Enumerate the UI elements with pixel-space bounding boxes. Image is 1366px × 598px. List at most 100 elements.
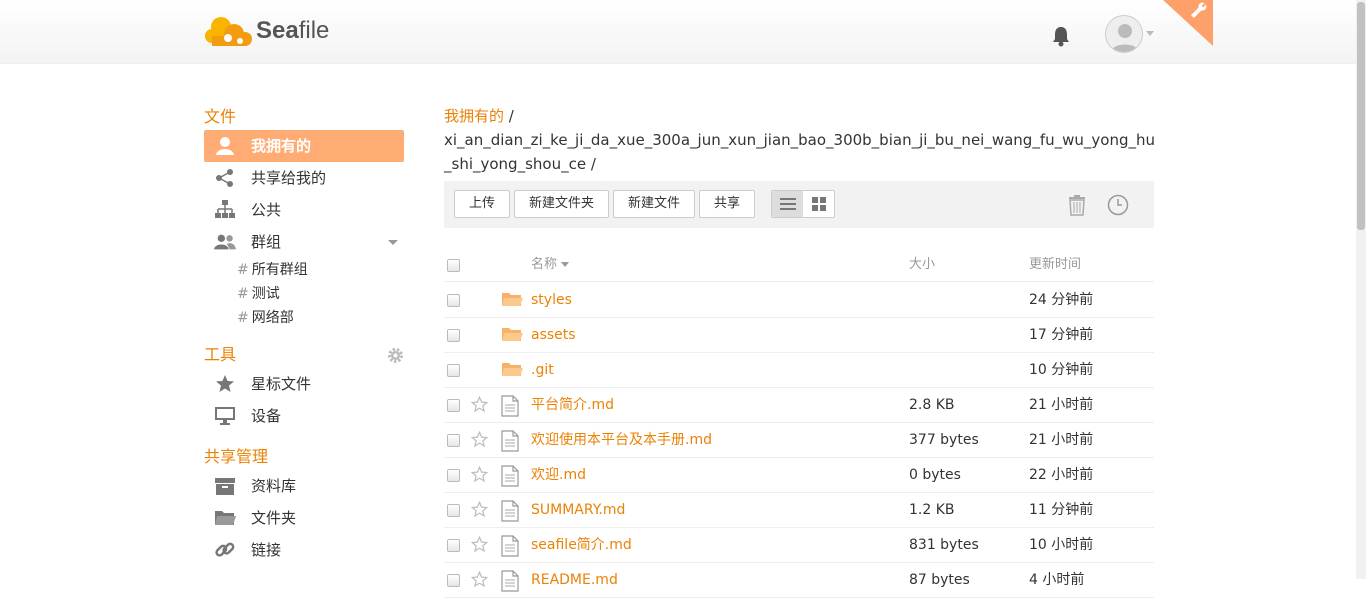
row-checkbox[interactable]	[447, 434, 460, 447]
file-name-link[interactable]: 欢迎使用本平台及本手册.md	[531, 423, 712, 457]
file-name-link[interactable]: assets	[531, 318, 576, 352]
files-heading: 文件	[204, 107, 237, 126]
sidebar-item-my-libraries[interactable]: 我拥有的	[204, 130, 404, 162]
file-name-link[interactable]: styles	[531, 283, 572, 317]
sidebar-item-starred[interactable]: 星标文件	[204, 368, 404, 400]
tools-heading: 工具	[204, 342, 404, 368]
file-name-link[interactable]: 欢迎.md	[531, 458, 586, 492]
sidebar-item-label: 资料库	[251, 477, 297, 495]
file-name-link[interactable]: README.md	[531, 563, 618, 597]
monitor-icon	[214, 405, 236, 427]
folder-icon	[501, 325, 523, 347]
table-row[interactable]: 平台简介.md 2.8 KB 21 小时前	[444, 388, 1154, 423]
gear-icon[interactable]	[387, 346, 404, 363]
row-checkbox[interactable]	[447, 504, 460, 517]
sidebar-item-share-links[interactable]: 链接	[204, 534, 404, 566]
file-name-link[interactable]: SUMMARY.md	[531, 493, 625, 527]
sidebar-item-share-folders[interactable]: 文件夹	[204, 502, 404, 534]
star-icon[interactable]	[470, 395, 489, 413]
new-folder-button[interactable]: 新建文件夹	[514, 190, 609, 218]
file-mtime: 22 小时前	[1029, 467, 1094, 483]
user-avatar-icon[interactable]	[1105, 15, 1143, 53]
table-row[interactable]: SUMMARY.md 1.2 KB 11 分钟前	[444, 493, 1154, 528]
sort-down-icon	[561, 262, 570, 267]
history-icon[interactable]	[1107, 194, 1129, 216]
file-name-link[interactable]: 平台简介.md	[531, 388, 614, 422]
share-button[interactable]: 共享	[699, 190, 755, 218]
sidebar-item-label: 文件夹	[251, 509, 297, 527]
seafile-logo[interactable]: Seafile	[204, 14, 329, 48]
share-admin-heading: 共享管理	[204, 447, 269, 466]
admin-corner[interactable]	[1163, 0, 1213, 46]
row-checkbox[interactable]	[447, 574, 460, 587]
folder-icon	[501, 290, 523, 312]
select-all-checkbox[interactable]	[447, 259, 460, 272]
file-mtime: 10 分钟前	[1029, 362, 1094, 378]
table-row[interactable]: seafile简介.md 831 bytes 10 小时前	[444, 528, 1154, 563]
list-view-icon[interactable]	[772, 191, 803, 217]
table-row[interactable]: assets 17 分钟前	[444, 318, 1154, 353]
file-name-link[interactable]: .git	[531, 353, 554, 387]
toolbar: 上传 新建文件夹 新建文件 共享	[444, 181, 1154, 228]
table-row[interactable]: styles 24 分钟前	[444, 283, 1154, 318]
star-icon[interactable]	[470, 570, 489, 588]
sidebar-item-public[interactable]: 公共	[204, 194, 404, 226]
row-checkbox[interactable]	[447, 539, 460, 552]
logo-text-sea: Sea	[256, 17, 299, 44]
file-mtime: 21 小时前	[1029, 397, 1094, 413]
link-icon	[214, 539, 236, 561]
column-name-header[interactable]: 名称	[531, 248, 570, 282]
file-mtime: 4 小时前	[1029, 572, 1085, 588]
file-mtime: 10 小时前	[1029, 537, 1094, 553]
group-icon	[214, 231, 236, 253]
main-content: 我拥有的 / xi_an_dian_zi_ke_ji_da_xue_300a_ju…	[444, 104, 1155, 598]
grid-view-icon[interactable]	[803, 191, 834, 217]
column-time-header[interactable]: 更新时间	[1029, 248, 1081, 282]
sidebar-item-label: 共享给我的	[251, 169, 327, 187]
chevron-down-icon[interactable]	[1146, 31, 1154, 36]
row-checkbox[interactable]	[447, 329, 460, 342]
table-row[interactable]: 欢迎.md 0 bytes 22 小时前	[444, 458, 1154, 493]
sitemap-icon	[214, 199, 236, 221]
sidebar-item-shared-with-me[interactable]: 共享给我的	[204, 162, 404, 194]
group-item-test[interactable]: # 测试	[204, 282, 404, 306]
share-icon	[214, 167, 236, 189]
sidebar-item-label: 链接	[251, 541, 282, 559]
star-icon[interactable]	[470, 500, 489, 518]
sidebar-item-share-libraries[interactable]: 资料库	[204, 470, 404, 502]
group-item-all[interactable]: # 所有群组	[204, 258, 404, 282]
upload-button[interactable]: 上传	[454, 190, 510, 218]
file-name-link[interactable]: seafile简介.md	[531, 528, 632, 562]
scrollbar[interactable]	[1356, 0, 1366, 579]
table-row[interactable]: README.md 87 bytes 4 小时前	[444, 563, 1154, 598]
sidebar-item-label: 星标文件	[251, 375, 312, 393]
folder-icon	[501, 360, 523, 382]
group-item-network[interactable]: # 网络部	[204, 306, 404, 330]
column-size-header[interactable]: 大小	[909, 248, 935, 282]
star-icon[interactable]	[470, 465, 489, 483]
file-size: 377 bytes	[909, 432, 979, 448]
star-icon	[214, 373, 236, 395]
sidebar-item-label: 公共	[251, 201, 282, 219]
sidebar-item-groups[interactable]: 群组	[204, 226, 404, 258]
bell-icon[interactable]	[1051, 25, 1071, 47]
row-checkbox[interactable]	[447, 469, 460, 482]
group-item-label: 网络部	[251, 310, 294, 326]
row-checkbox[interactable]	[447, 399, 460, 412]
row-checkbox[interactable]	[447, 364, 460, 377]
trash-icon[interactable]	[1067, 194, 1089, 216]
star-icon[interactable]	[470, 535, 489, 553]
breadcrumb-root[interactable]: 我拥有的	[444, 107, 504, 125]
file-icon	[501, 535, 521, 557]
table-row[interactable]: .git 10 分钟前	[444, 353, 1154, 388]
star-icon[interactable]	[470, 430, 489, 448]
table-row[interactable]: 欢迎使用本平台及本手册.md 377 bytes 21 小时前	[444, 423, 1154, 458]
chevron-down-icon[interactable]	[388, 240, 398, 245]
file-icon	[501, 465, 521, 487]
sidebar-item-devices[interactable]: 设备	[204, 400, 404, 432]
user-icon	[214, 135, 236, 157]
scrollbar-thumb[interactable]	[1357, 2, 1365, 230]
logo-text-file: file	[298, 17, 330, 44]
row-checkbox[interactable]	[447, 294, 460, 307]
new-file-button[interactable]: 新建文件	[613, 190, 695, 218]
